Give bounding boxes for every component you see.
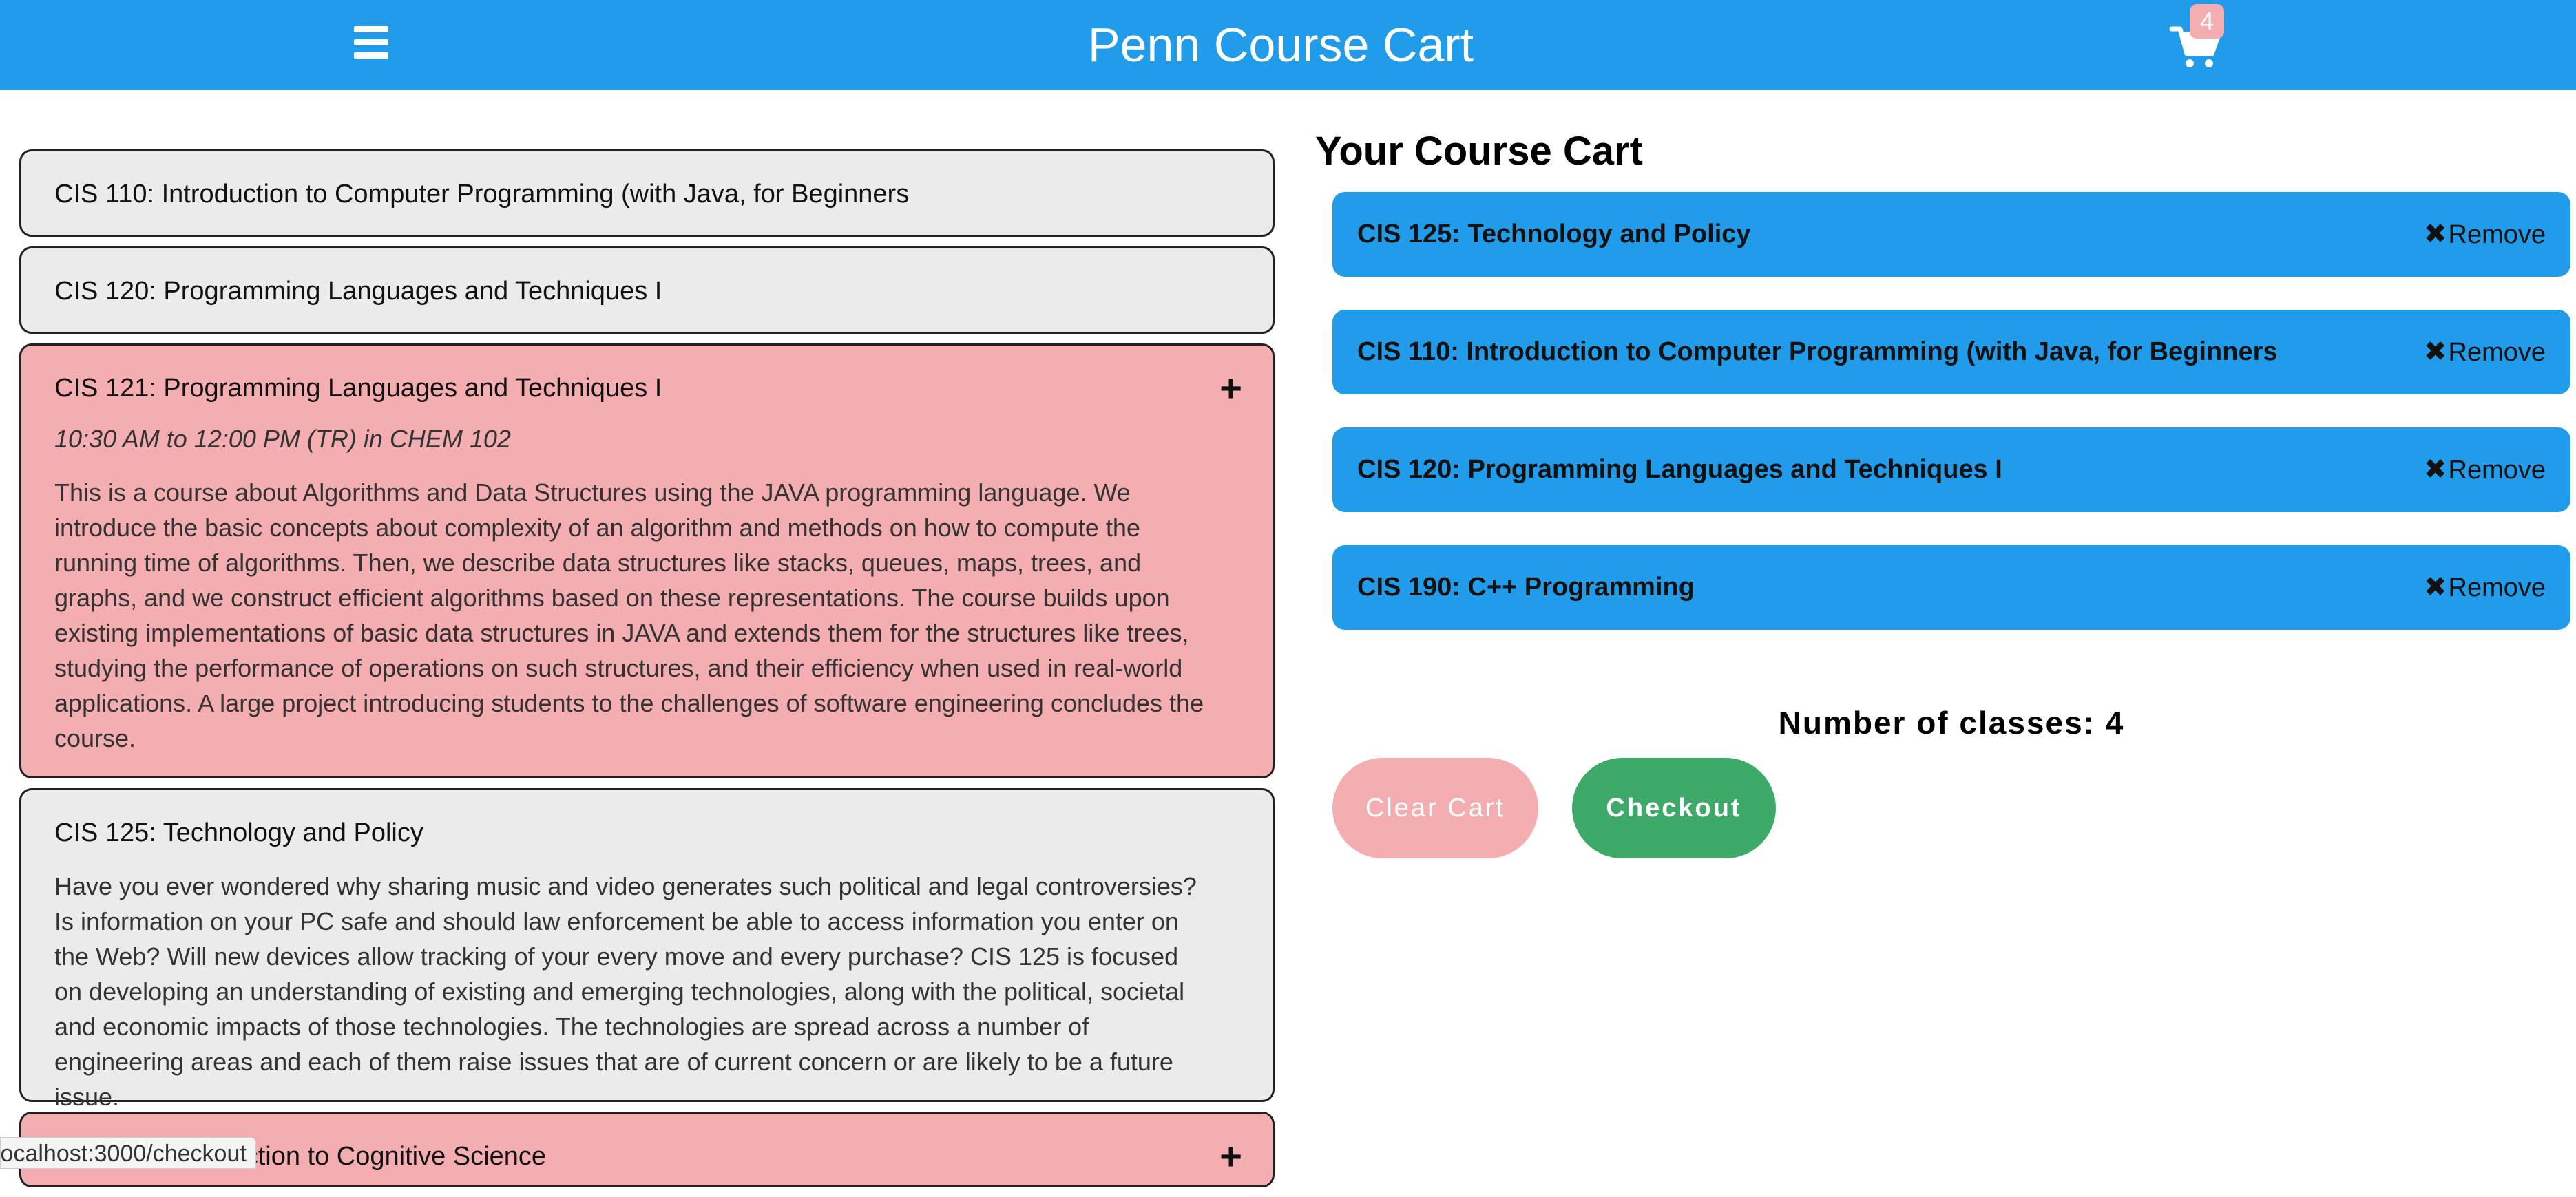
cart-heading: Your Course Cart	[1315, 129, 1643, 173]
remove-label: Remove	[2448, 456, 2546, 485]
navbar: Penn Course Cart 4	[0, 0, 2576, 90]
course-card[interactable]: CIS 120: Programming Languages and Techn…	[19, 246, 1275, 334]
remove-button[interactable]: ✖Remove	[2424, 192, 2546, 277]
course-list: CIS 110: Introduction to Computer Progra…	[19, 149, 1275, 1197]
course-card-expanded[interactable]: CIS 125: Technology and Policy Have you …	[19, 788, 1275, 1111]
course-time: 10:30 AM to 12:00 PM (TR) in CHEM 102	[54, 425, 511, 453]
course-card-expanded[interactable]: CIS 121: Programming Languages and Techn…	[19, 343, 1275, 778]
remove-x-icon: ✖	[2423, 572, 2447, 602]
course-title: CIS 120: Programming Languages and Techn…	[54, 277, 662, 306]
cart-item-title: CIS 190: C++ Programming	[1357, 573, 1695, 602]
course-description: This is a course about Algorithms and Da…	[54, 478, 1204, 752]
remove-x-icon: ✖	[2423, 337, 2447, 367]
add-to-cart-icon[interactable]: +	[1219, 1137, 1242, 1176]
remove-label: Remove	[2448, 573, 2546, 602]
cart-item-title: CIS 120: Programming Languages and Techn…	[1357, 455, 2002, 484]
clear-cart-button[interactable]: Clear Cart	[1332, 758, 1538, 858]
cart-item: CIS 125: Technology and Policy ✖Remove	[1332, 192, 2570, 277]
cart-item-title: CIS 125: Technology and Policy	[1357, 220, 1751, 248]
remove-label: Remove	[2448, 338, 2546, 367]
course-card[interactable]: CIS 110: Introduction to Computer Progra…	[19, 149, 1275, 237]
class-count: Number of classes: 4	[1778, 705, 2125, 741]
cart-item: CIS 110: Introduction to Computer Progra…	[1332, 310, 2570, 394]
course-title: CIS 121: Programming Languages and Techn…	[54, 374, 662, 403]
remove-button[interactable]: ✖Remove	[2424, 427, 2546, 513]
course-title: CIS 125: Technology and Policy	[54, 818, 423, 847]
cart-item: CIS 120: Programming Languages and Techn…	[1332, 427, 2570, 512]
course-description: Have you ever wondered why sharing music…	[54, 872, 1197, 1111]
add-to-cart-icon[interactable]: +	[1219, 369, 1242, 407]
status-bar-url: localhost:3000/checkout	[0, 1137, 256, 1169]
remove-button[interactable]: ✖Remove	[2424, 545, 2546, 631]
hamburger-menu-icon[interactable]	[353, 23, 391, 62]
cart-item-title: CIS 110: Introduction to Computer Progra…	[1357, 337, 2278, 366]
remove-x-icon: ✖	[2423, 219, 2447, 249]
cart-count-badge: 4	[2190, 4, 2224, 39]
course-title: CIS 110: Introduction to Computer Progra…	[54, 180, 910, 209]
remove-x-icon: ✖	[2423, 454, 2447, 485]
checkout-button[interactable]: Checkout	[1572, 758, 1776, 858]
cart-item: CIS 190: C++ Programming ✖Remove	[1332, 545, 2570, 630]
app-title: Penn Course Cart	[1087, 18, 1474, 72]
remove-button[interactable]: ✖Remove	[2424, 310, 2546, 395]
remove-label: Remove	[2448, 220, 2546, 249]
